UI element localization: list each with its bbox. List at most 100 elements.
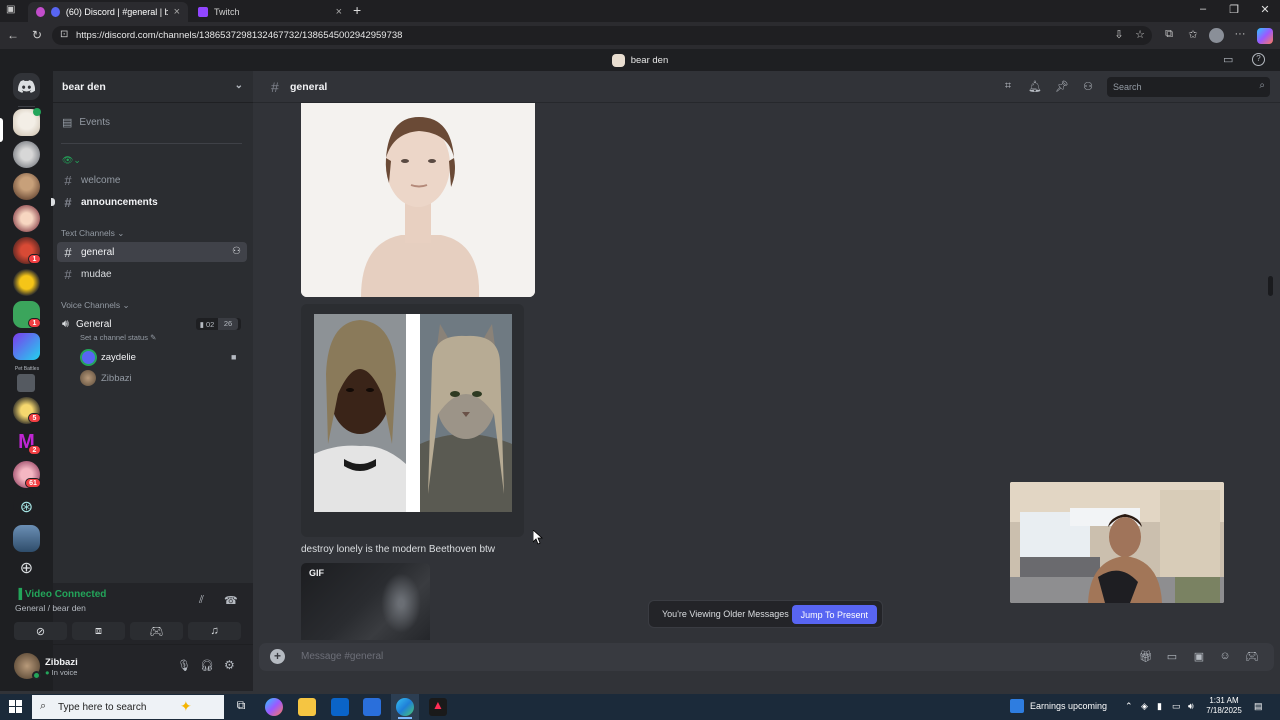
more-menu-icon[interactable]: ··· bbox=[1233, 28, 1247, 42]
server-icon[interactable] bbox=[13, 141, 40, 168]
soundboard-button[interactable]: ♫ bbox=[188, 622, 241, 640]
scrollbar-thumb[interactable] bbox=[1268, 276, 1273, 296]
close-tab-icon[interactable]: × bbox=[174, 6, 180, 18]
settings-gear-icon[interactable]: ⚙ bbox=[224, 658, 235, 672]
events-item[interactable]: ▤ Events bbox=[57, 112, 247, 132]
gif-picker-icon[interactable]: ▭ bbox=[1165, 650, 1179, 664]
back-icon[interactable]: ← bbox=[5, 28, 21, 42]
server-icon[interactable] bbox=[13, 205, 40, 232]
voice-member-name[interactable]: Zibbazi bbox=[101, 373, 132, 384]
activity-button[interactable]: 🎮︎ bbox=[130, 622, 183, 640]
notification-bell-icon[interactable]: 🔔︎ bbox=[1028, 80, 1042, 94]
unread-badge: 5 bbox=[28, 413, 41, 423]
search-input[interactable]: Search ⌕ bbox=[1107, 77, 1270, 97]
server-header[interactable]: bear den ⌄ bbox=[53, 71, 253, 103]
server-icon[interactable] bbox=[13, 173, 40, 200]
favorite-star-icon[interactable]: ☆ bbox=[1133, 28, 1147, 42]
channel-announcements[interactable]: # announcements bbox=[57, 192, 247, 212]
screen-share-button[interactable]: ⧈ bbox=[72, 622, 125, 640]
copilot-taskbar-icon[interactable] bbox=[265, 698, 283, 716]
voice-location[interactable]: General / bear den bbox=[15, 603, 86, 613]
chevron-up-icon[interactable]: ⌃ bbox=[1125, 701, 1133, 712]
refresh-icon[interactable]: ↻ bbox=[29, 28, 45, 42]
channel-general[interactable]: # general ⚇ bbox=[57, 242, 247, 262]
news-widget-text[interactable]: Earnings upcoming bbox=[1030, 701, 1107, 711]
download-icon[interactable]: ⇩ bbox=[1112, 28, 1126, 42]
new-tab-icon[interactable]: + bbox=[353, 2, 361, 18]
sticker-icon[interactable]: ▣ bbox=[1192, 650, 1206, 664]
server-small-label: Pet Battles bbox=[14, 366, 40, 372]
close-window-icon[interactable]: ✕ bbox=[1250, 3, 1280, 16]
adobe-icon[interactable]: ▲ bbox=[429, 698, 447, 716]
voice-member-name[interactable]: zaydelie bbox=[101, 352, 136, 363]
gift-icon[interactable]: 🎁︎ bbox=[1139, 650, 1153, 664]
news-widget-icon[interactable] bbox=[1010, 699, 1024, 713]
server-icon[interactable] bbox=[17, 374, 35, 392]
chevron-down-icon: ⌄ bbox=[122, 300, 130, 310]
jump-to-present-button[interactable]: Jump To Present bbox=[791, 605, 877, 624]
maximize-icon[interactable]: ❐ bbox=[1219, 3, 1249, 16]
inbox-icon[interactable]: ▭ bbox=[1223, 53, 1233, 66]
server-icon[interactable] bbox=[13, 525, 40, 552]
edge-icon[interactable] bbox=[396, 698, 414, 716]
camera-off-button[interactable]: ⊘ bbox=[14, 622, 67, 640]
threads-icon[interactable]: ⌗ bbox=[1001, 80, 1015, 94]
avatar[interactable] bbox=[80, 349, 97, 366]
store-icon[interactable] bbox=[363, 698, 381, 716]
headphones-icon[interactable]: 🎧︎ bbox=[200, 659, 214, 672]
add-member-icon[interactable]: ⚇ bbox=[232, 246, 241, 257]
channel-mudae[interactable]: # mudae bbox=[57, 264, 247, 284]
username[interactable]: Zibbazi bbox=[45, 657, 78, 668]
channel-status[interactable]: Set a channel status ✎ bbox=[80, 333, 156, 342]
tab-label: Twitch bbox=[214, 7, 240, 17]
avatar[interactable] bbox=[80, 370, 96, 386]
clock-time: 1:31 AM bbox=[1209, 696, 1239, 705]
channel-name: announcements bbox=[81, 196, 158, 208]
message-input-placeholder[interactable]: Message #general bbox=[301, 651, 383, 662]
message-image-attachment[interactable] bbox=[314, 314, 512, 512]
extensions-icon[interactable]: ⧉ bbox=[1162, 28, 1176, 42]
favorites-icon[interactable]: ✩ bbox=[1186, 28, 1200, 42]
channel-welcome[interactable]: # welcome bbox=[57, 170, 247, 190]
system-clock[interactable]: 1:31 AM 7/18/2025 bbox=[1206, 696, 1242, 716]
notifications-icon[interactable]: ▤ bbox=[1254, 701, 1263, 712]
task-view-icon[interactable]: ⧉ bbox=[232, 698, 250, 716]
minimize-icon[interactable]: – bbox=[1188, 3, 1218, 15]
noise-suppression-icon[interactable]: ⫽ bbox=[199, 594, 204, 607]
server-icon[interactable] bbox=[13, 333, 40, 360]
disconnect-icon[interactable]: ☎ bbox=[224, 594, 238, 607]
windows-start-icon[interactable] bbox=[9, 700, 22, 713]
file-explorer-icon[interactable] bbox=[298, 698, 316, 716]
globe-server-icon[interactable]: ⊛ bbox=[13, 493, 40, 520]
pin-icon[interactable]: 📌︎ bbox=[1055, 80, 1069, 94]
microphone-icon[interactable]: ▮ bbox=[1157, 701, 1162, 712]
tab-twitch[interactable]: Twitch × bbox=[190, 2, 350, 22]
hash-icon: # bbox=[64, 194, 72, 210]
microphone-icon[interactable]: 🎙︎ bbox=[177, 659, 191, 672]
emoji-icon[interactable]: ☺ bbox=[1218, 650, 1232, 664]
message-image-attachment[interactable] bbox=[301, 103, 535, 297]
category-text-channels[interactable]: Text Channels ⌄ bbox=[61, 228, 124, 239]
url-field[interactable]: ⊡ https://discord.com/channels/138653729… bbox=[52, 26, 1152, 45]
outlook-icon[interactable] bbox=[331, 698, 349, 716]
add-server-icon[interactable]: ⊕ bbox=[18, 560, 35, 577]
help-icon[interactable]: ? bbox=[1252, 53, 1265, 66]
profile-avatar-icon[interactable] bbox=[1209, 28, 1224, 43]
direct-messages-button[interactable] bbox=[13, 73, 40, 100]
copilot-icon[interactable] bbox=[1257, 28, 1273, 44]
volume-icon[interactable]: 🔊︎ bbox=[1188, 701, 1194, 712]
server-icon[interactable] bbox=[13, 269, 40, 296]
apps-icon[interactable]: 🎮︎ bbox=[1245, 650, 1259, 664]
taskbar-search-input[interactable]: ⌕ Type here to search ✦ bbox=[32, 695, 224, 719]
network-icon[interactable]: ▭ bbox=[1172, 701, 1181, 712]
tab-discord[interactable]: (60) Discord | #general | bea × bbox=[28, 2, 188, 22]
tab-actions-icon[interactable]: ▣ bbox=[6, 4, 20, 18]
add-attachment-icon[interactable]: + bbox=[270, 649, 285, 664]
member-list-icon[interactable]: ⚇ bbox=[1081, 80, 1095, 94]
category-voice-channels[interactable]: Voice Channels ⌄ bbox=[61, 300, 130, 311]
close-tab-icon[interactable]: × bbox=[336, 6, 342, 18]
clock-date: 7/18/2025 bbox=[1206, 706, 1242, 715]
message-composer[interactable] bbox=[259, 643, 1274, 671]
gif-attachment[interactable]: GIF bbox=[301, 563, 430, 640]
tray-app-icon[interactable]: ◈ bbox=[1141, 701, 1148, 712]
